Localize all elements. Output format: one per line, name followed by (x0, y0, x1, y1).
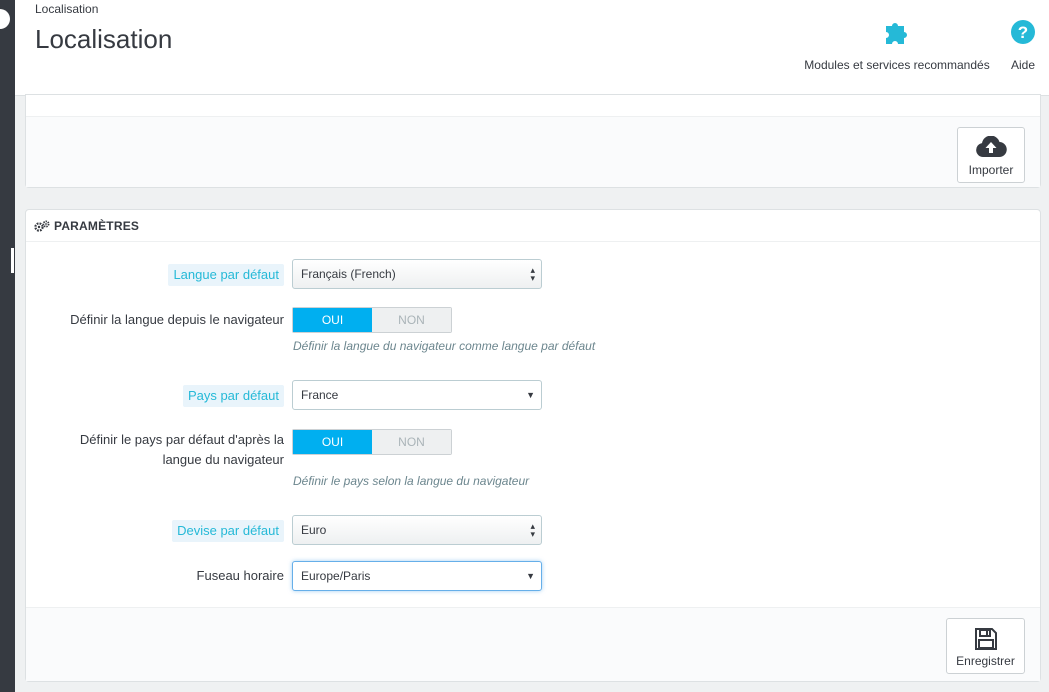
parameters-title: PARAMÈTRES (54, 218, 140, 233)
puzzle-icon (799, 18, 995, 46)
help-label: Aide (1010, 58, 1036, 72)
browser-country-switch[interactable]: OUI NON (292, 429, 452, 455)
breadcrumb[interactable]: Localisation (35, 2, 98, 16)
browser-language-label: Définir la langue depuis le navigateur (70, 312, 284, 327)
save-button[interactable]: Enregistrer (946, 618, 1025, 674)
browser-language-row: Définir la langue depuis le navigateur O… (26, 307, 1040, 357)
select-updown-icon: ▴ ▾ (530, 265, 535, 283)
recommended-modules-label: Modules et services recommandés (804, 58, 990, 72)
timezone-value: Europe/Paris (301, 569, 371, 583)
help-button[interactable]: ? Aide (1005, 18, 1041, 72)
sidebar-toggle[interactable] (0, 9, 10, 29)
browser-country-label-line1: Définir le pays par défaut d'après la (79, 432, 284, 447)
default-language-label: Langue par défaut (168, 264, 284, 286)
sidebar-active-marker (11, 248, 14, 273)
browser-country-label: Définir le pays par défaut d'après la la… (80, 430, 284, 470)
browser-language-non[interactable]: NON (372, 308, 451, 332)
default-country-row: Pays par défaut France ▼ (26, 380, 1040, 410)
default-country-value: France (301, 388, 339, 402)
browser-country-row: Définir le pays par défaut d'après la la… (26, 429, 1040, 489)
timezone-label: Fuseau horaire (196, 568, 284, 583)
page-header: Localisation Localisation Modules et ser… (15, 0, 1049, 96)
sidebar (0, 0, 15, 692)
default-language-row: Langue par défaut Français (French) ▴ ▾ (26, 259, 1040, 289)
default-language-select[interactable]: Français (French) ▴ ▾ (292, 259, 542, 289)
timezone-row: Fuseau horaire Europe/Paris ▼ (26, 561, 1040, 591)
parameters-heading: PARAMÈTRES (26, 210, 1040, 242)
default-currency-row: Devise par défaut Euro ▴ ▾ (26, 515, 1040, 545)
parameters-panel: PARAMÈTRES Langue par défaut Français (F… (25, 209, 1041, 682)
browser-country-non[interactable]: NON (372, 430, 451, 454)
browser-language-switch[interactable]: OUI NON (292, 307, 452, 333)
browser-language-help: Définir la langue du navigateur comme la… (293, 339, 596, 353)
default-country-select[interactable]: France ▼ (292, 380, 542, 410)
browser-country-label-line2: langue du navigateur (162, 452, 284, 467)
import-button[interactable]: Importer (957, 127, 1025, 183)
svg-text:?: ? (1018, 23, 1028, 42)
timezone-select[interactable]: Europe/Paris ▼ (292, 561, 542, 591)
import-panel-footer: Importer (26, 116, 1040, 187)
default-currency-value: Euro (301, 523, 327, 537)
default-currency-label: Devise par défaut (172, 520, 284, 542)
default-country-label: Pays par défaut (182, 385, 284, 407)
chevron-down-icon: ▼ (526, 390, 535, 400)
page-title: Localisation (35, 24, 173, 54)
parameters-panel-footer: Enregistrer (26, 607, 1040, 681)
default-currency-select[interactable]: Euro ▴ ▾ (292, 515, 542, 545)
default-language-value: Français (French) (301, 267, 396, 281)
browser-language-oui[interactable]: OUI (293, 308, 372, 332)
recommended-modules-button[interactable]: Modules et services recommandés (799, 18, 995, 72)
cogs-icon (34, 220, 50, 232)
import-label: Importer (968, 163, 1014, 177)
help-icon: ? (1005, 18, 1041, 46)
browser-country-oui[interactable]: OUI (293, 430, 372, 454)
select-updown-icon: ▴ ▾ (530, 521, 535, 539)
cloud-upload-icon (958, 128, 1024, 160)
floppy-disk-icon (947, 619, 1024, 651)
import-panel: Importer (25, 94, 1041, 188)
chevron-down-icon: ▼ (526, 571, 535, 581)
save-label: Enregistrer (956, 654, 1015, 668)
browser-country-help: Définir le pays selon la langue du navig… (293, 474, 530, 488)
